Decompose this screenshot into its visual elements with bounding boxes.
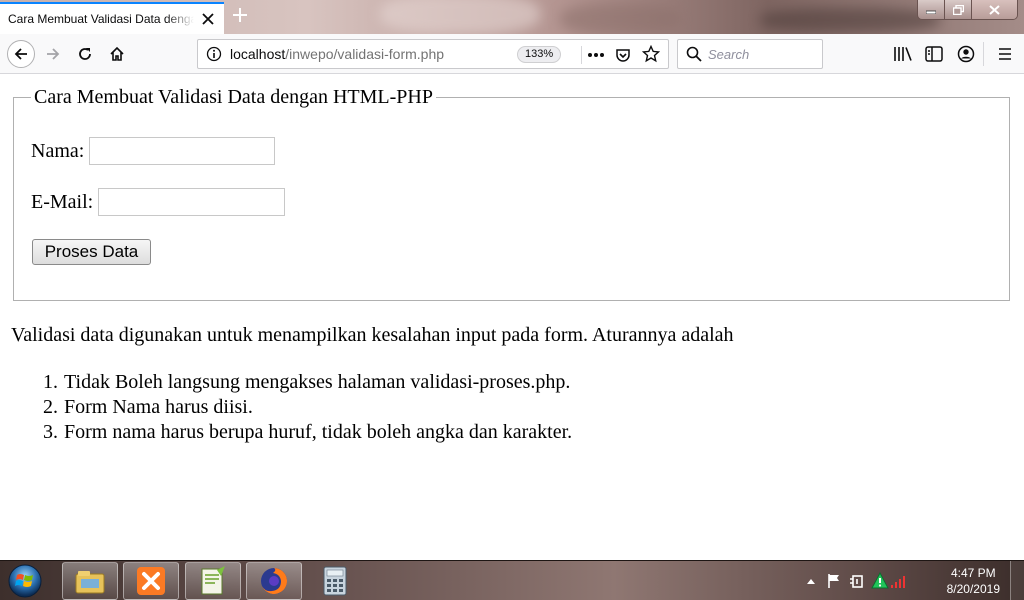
taskbar-file-explorer[interactable] [62,562,118,600]
list-item: 2. Form Nama harus diisi. [43,395,572,420]
intro-paragraph: Validasi data digunakan untuk menampilka… [11,324,734,346]
hamburger-menu-icon[interactable] [998,47,1012,61]
site-info-icon[interactable] [206,46,222,62]
search-placeholder: Search [708,47,750,62]
network-warning-icon[interactable] [871,572,889,590]
background-blur [760,8,940,32]
list-text: Form nama harus berupa huruf, tidak bole… [64,421,573,443]
minimize-button[interactable] [918,0,945,19]
signal-bars-icon[interactable] [891,576,905,588]
window-controls [917,0,1018,20]
minimize-icon [926,10,936,14]
show-hidden-icons-icon[interactable] [806,577,816,585]
pocket-icon[interactable] [615,47,631,63]
account-icon[interactable] [957,45,975,63]
list-number: 3. [43,421,58,443]
close-icon[interactable] [202,13,214,25]
page-content: Cara Membuat Validasi Data dengan HTML-P… [0,74,1024,560]
start-orb[interactable] [6,562,44,600]
bookmark-star-icon[interactable] [642,45,660,63]
url-text[interactable]: localhost/inwepo/validasi-form.php [230,46,444,62]
taskbar-xampp[interactable] [123,562,179,600]
home-icon [110,46,124,61]
list-text: Form Nama harus diisi. [64,396,253,418]
system-tray: 4:47 PM 8/20/2019 [804,561,1024,600]
form-legend: Cara Membuat Validasi Data dengan HTML-P… [31,85,436,109]
email-input[interactable] [98,188,286,216]
email-label: E-Mail: [31,190,94,213]
home-button[interactable] [103,40,131,68]
navigation-toolbar: localhost/inwepo/validasi-form.php 133% … [0,34,1024,74]
new-tab-plus-icon[interactable] [232,7,248,23]
file-explorer-icon [75,571,105,594]
name-label: Nama: [31,139,85,162]
page-actions-icon[interactable] [587,52,605,58]
search-bar[interactable]: Search [677,39,823,69]
windows-taskbar: 4:47 PM 8/20/2019 [0,560,1024,600]
list-number: 2. [43,396,58,418]
action-center-flag-icon[interactable] [826,573,842,589]
forward-arrow-icon [47,48,60,60]
form-fieldset: Cara Membuat Validasi Data dengan HTML-P… [13,85,1010,301]
back-button[interactable] [7,40,35,68]
search-icon [686,46,702,62]
tab-title: Cara Membuat Validasi Data dengan HTML-P… [8,12,194,26]
zoom-level-badge[interactable]: 133% [517,46,562,63]
show-desktop-button[interactable] [1010,561,1024,600]
name-row: Nama: [31,137,276,165]
close-window-icon [989,4,1000,15]
back-arrow-icon [14,48,27,60]
library-icon[interactable] [893,46,913,62]
clock-time: 4:47 PM [950,566,996,580]
taskbar-clock[interactable]: 4:47 PM 8/20/2019 [947,565,1000,597]
reload-icon [79,48,91,60]
forward-button[interactable] [39,40,67,68]
sidebar-icon[interactable] [925,46,943,62]
browser-titlebar: Cara Membuat Validasi Data dengan HTML-P… [0,0,1024,34]
background-blur [560,4,680,34]
close-window-button[interactable] [972,0,1017,19]
taskbar-notepad-plus-plus[interactable] [185,562,241,600]
restore-icon [952,4,964,15]
firefox-icon [261,568,287,594]
list-item: 1. Tidak Boleh langsung mengakses halaman… [43,370,572,395]
list-item: 3. Form nama harus berupa huruf, tidak bo… [43,420,573,445]
url-host: localhost [230,46,286,62]
submit-button[interactable]: Proses Data [32,239,151,265]
reload-button[interactable] [71,40,99,68]
list-text: Tidak Boleh langsung mengakses halaman v… [64,371,571,393]
background-blur [380,0,540,34]
clock-date: 8/20/2019 [946,582,1000,596]
calculator-icon [323,566,347,596]
rules-list: 1. Tidak Boleh langsung mengakses halaman… [43,370,573,445]
taskbar-calculator[interactable] [307,562,363,600]
url-divider [581,46,582,64]
xampp-icon [137,567,165,595]
name-input[interactable] [89,137,276,165]
browser-tab-active[interactable]: Cara Membuat Validasi Data dengan HTML-P… [0,2,224,34]
url-bar[interactable]: localhost/inwepo/validasi-form.php 133% [197,39,669,69]
power-plug-icon[interactable] [849,573,865,589]
notepad-plus-plus-icon [201,566,225,595]
restore-button[interactable] [945,0,972,19]
taskbar-firefox[interactable] [246,562,302,600]
list-number: 1. [43,371,58,393]
url-path: /inwepo/validasi-form.php [285,46,445,62]
email-row: E-Mail: [31,188,286,216]
toolbar-divider [983,42,984,66]
